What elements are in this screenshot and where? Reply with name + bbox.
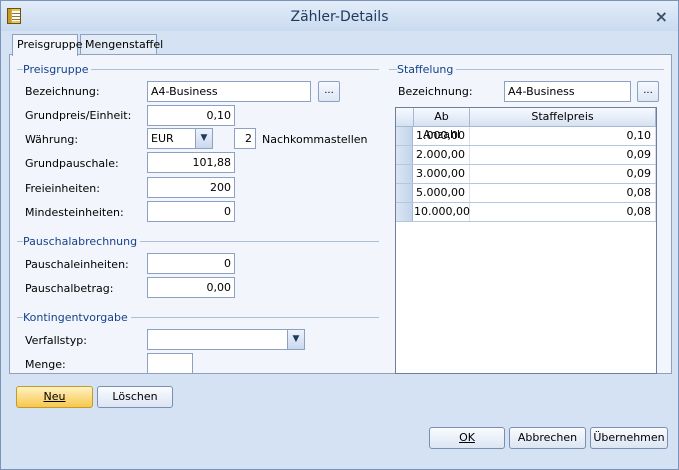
freieinheiten-label: Freieinheiten: xyxy=(25,182,100,195)
nachkommastellen-field[interactable]: 2 xyxy=(234,128,256,149)
group-title-pauschalabrechnung: Pauschalabrechnung xyxy=(23,235,141,248)
bezeichnung-field[interactable]: A4-Business xyxy=(147,81,311,102)
staffel-table[interactable]: Ab Anzahl Staffelpreis 1.000,00 0,10 2.0… xyxy=(395,107,657,374)
mindesteinheiten-field[interactable]: 0 xyxy=(147,201,235,222)
cell-ab-anzahl[interactable]: 1.000,00 xyxy=(414,127,470,145)
row-selector[interactable] xyxy=(396,127,413,145)
table-row[interactable]: 2.000,00 0,09 xyxy=(396,146,656,165)
tab-preisgruppe[interactable]: Preisgruppe xyxy=(12,34,82,56)
verfallstyp-select[interactable]: ▼ xyxy=(147,329,305,350)
neu-button-label: Neu xyxy=(43,390,66,403)
cell-staffelpreis[interactable]: 0,10 xyxy=(470,127,656,145)
tab-mengenstaffel[interactable]: Mengenstaffel xyxy=(80,34,163,55)
cell-staffelpreis[interactable]: 0,09 xyxy=(470,146,656,164)
verfallstyp-label: Verfallstyp: xyxy=(25,334,87,347)
row-selector[interactable] xyxy=(396,203,413,221)
table-row[interactable]: 5.000,00 0,08 xyxy=(396,184,656,203)
cell-ab-anzahl[interactable]: 3.000,00 xyxy=(414,165,470,183)
menge-field[interactable] xyxy=(147,353,193,374)
ok-button-label: OK xyxy=(459,431,475,444)
abbrechen-button-label: Abbrechen xyxy=(517,431,578,444)
window-title: Zähler-Details xyxy=(290,9,389,25)
table-row[interactable]: 10.000,00 0,08 xyxy=(396,203,656,222)
staffel-bezeichnung-field[interactable]: A4-Business xyxy=(504,81,631,102)
cell-ab-anzahl[interactable]: 10.000,00 xyxy=(414,203,470,221)
grundpreis-label: Grundpreis/Einheit: xyxy=(25,109,132,122)
cell-ab-anzahl[interactable]: 5.000,00 xyxy=(414,184,470,202)
uebernehmen-button[interactable]: Übernehmen xyxy=(590,427,668,449)
loeschen-button-label: Löschen xyxy=(112,390,158,403)
ok-button[interactable]: OK xyxy=(429,427,505,449)
cell-staffelpreis[interactable]: 0,09 xyxy=(470,165,656,183)
chevron-down-icon[interactable]: ▼ xyxy=(195,129,212,148)
close-icon[interactable]: × xyxy=(655,7,668,26)
staffel-bezeichnung-label: Bezeichnung: xyxy=(398,85,473,98)
freieinheiten-field[interactable]: 200 xyxy=(147,177,235,198)
title-bar[interactable]: Zähler-Details × xyxy=(1,1,678,31)
uebernehmen-button-label: Übernehmen xyxy=(593,431,665,444)
table-row[interactable]: 1.000,00 0,10 xyxy=(396,127,656,146)
table-row[interactable]: 3.000,00 0,09 xyxy=(396,165,656,184)
menge-label: Menge: xyxy=(25,358,66,371)
waehrung-value: EUR xyxy=(151,132,174,145)
neu-button[interactable]: Neu xyxy=(16,386,93,408)
row-selector[interactable] xyxy=(396,146,413,164)
row-selector[interactable] xyxy=(396,165,413,183)
group-title-kontingentvorgabe: Kontingentvorgabe xyxy=(23,311,131,324)
row-selector[interactable] xyxy=(396,184,413,202)
dialog-window: Zähler-Details × Preisgruppe Mengenstaff… xyxy=(0,0,679,470)
bezeichnung-browse-button[interactable]: ... xyxy=(318,81,340,102)
grundpreis-field[interactable]: 0,10 xyxy=(147,105,235,126)
pauschalbetrag-field[interactable]: 0,00 xyxy=(147,277,235,298)
row-selector-header xyxy=(396,108,414,127)
pauschaleinheiten-field[interactable]: 0 xyxy=(147,253,235,274)
cell-ab-anzahl[interactable]: 2.000,00 xyxy=(414,146,470,164)
grundpauschale-label: Grundpauschale: xyxy=(25,157,119,170)
chevron-down-icon[interactable]: ▼ xyxy=(287,330,304,349)
cell-staffelpreis[interactable]: 0,08 xyxy=(470,203,656,221)
group-title-preisgruppe: Preisgruppe xyxy=(23,63,92,76)
mindesteinheiten-label: Mindesteinheiten: xyxy=(25,206,124,219)
group-title-staffelung: Staffelung xyxy=(397,63,457,76)
waehrung-label: Währung: xyxy=(25,133,79,146)
bezeichnung-label: Bezeichnung: xyxy=(25,85,100,98)
column-header-ab-anzahl[interactable]: Ab Anzahl xyxy=(414,108,470,141)
pauschalbetrag-label: Pauschalbetrag: xyxy=(25,282,114,295)
nachkommastellen-label: Nachkommastellen xyxy=(262,133,368,146)
staffel-bezeichnung-browse-button[interactable]: ... xyxy=(637,81,659,102)
column-header-staffelpreis[interactable]: Staffelpreis xyxy=(470,108,656,127)
loeschen-button[interactable]: Löschen xyxy=(97,386,173,408)
pauschaleinheiten-label: Pauschaleinheiten: xyxy=(25,258,129,271)
waehrung-select[interactable]: EUR ▼ xyxy=(147,128,213,149)
cell-staffelpreis[interactable]: 0,08 xyxy=(470,184,656,202)
grundpauschale-field[interactable]: 101,88 xyxy=(147,152,235,173)
abbrechen-button[interactable]: Abbrechen xyxy=(509,427,586,449)
